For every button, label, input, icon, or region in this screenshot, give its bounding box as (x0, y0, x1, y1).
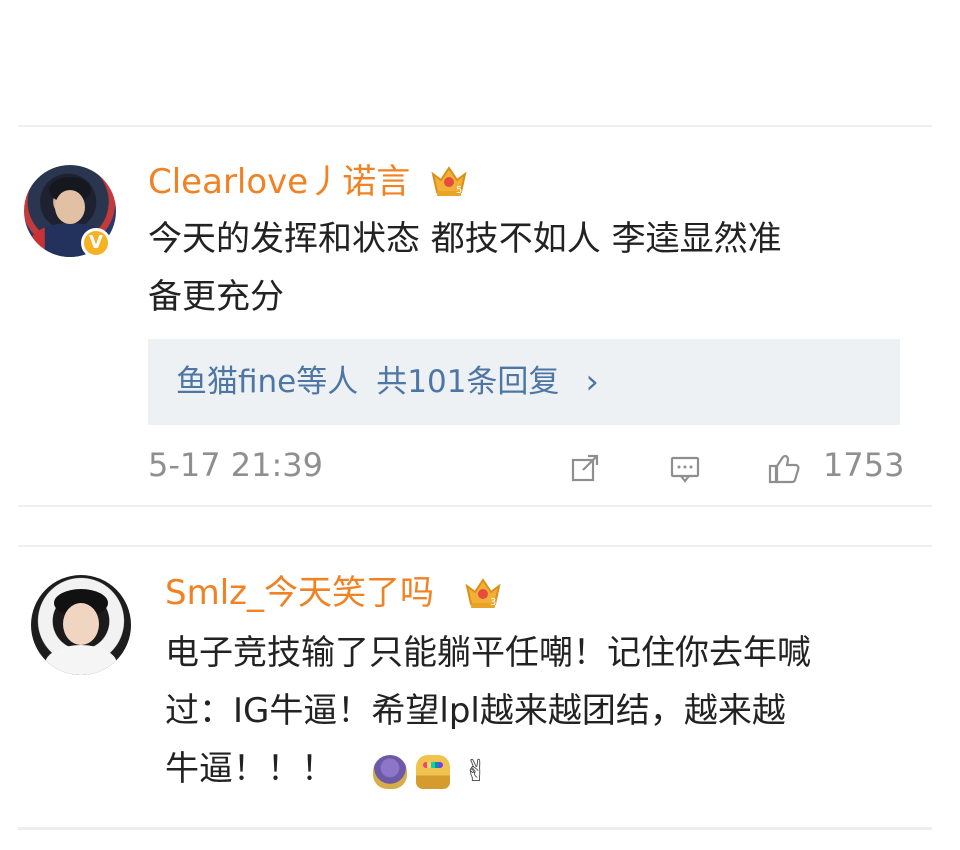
avatar[interactable] (31, 575, 131, 675)
verified-badge-icon: V (81, 228, 111, 258)
comment-card-clearlove: V Clearlove丿诺言 5 今天的发挥和状态 都技不如人 李逵显然准 备更… (18, 125, 932, 507)
like-icon[interactable] (767, 452, 801, 486)
comment-text: 今天的发挥和状态 都技不如人 李逵显然准 备更充分 (148, 219, 782, 317)
avatar-body (45, 645, 117, 675)
crown-level: 5 (456, 185, 462, 196)
avatar-face (63, 603, 99, 645)
crown-icon: 3 (465, 578, 501, 608)
comment-card-smlz: Smlz_今天笑了吗 3 电子竞技输了只能躺平任嘲！记住你去年喊 过：IG牛逼！… (18, 545, 932, 830)
username[interactable]: Clearlove丿诺言 (148, 165, 410, 199)
like-count: 1753 (823, 446, 905, 484)
share-icon[interactable] (569, 452, 603, 486)
finger-heart-emoji: ✌ (463, 754, 489, 789)
reply-users[interactable]: 鱼猫fine等人 (176, 366, 358, 398)
thanos-emoji (373, 755, 407, 789)
infinity-gauntlet-emoji (416, 755, 450, 789)
reply-count[interactable]: 共101条回复 (376, 366, 559, 398)
comment-text: 电子竞技输了只能躺平任嘲！记住你去年喊 过：IG牛逼！希望lpl越来越团结，越来… (165, 633, 811, 789)
chevron-right-icon[interactable]: › (585, 365, 599, 399)
avatar-face (55, 190, 85, 224)
username[interactable]: Smlz_今天笑了吗 (165, 576, 434, 610)
comment-meta-row: 5-17 21:39 1753 (148, 446, 904, 489)
emoji-row: ✌ (373, 752, 493, 792)
crown-icon: 5 (431, 166, 467, 196)
comment-icon[interactable] (668, 452, 702, 486)
reply-summary-link[interactable]: 鱼猫fine等人 共101条回复 › (148, 339, 900, 425)
crown-level: 3 (490, 597, 496, 608)
comment-timestamp: 5-17 21:39 (148, 446, 324, 484)
